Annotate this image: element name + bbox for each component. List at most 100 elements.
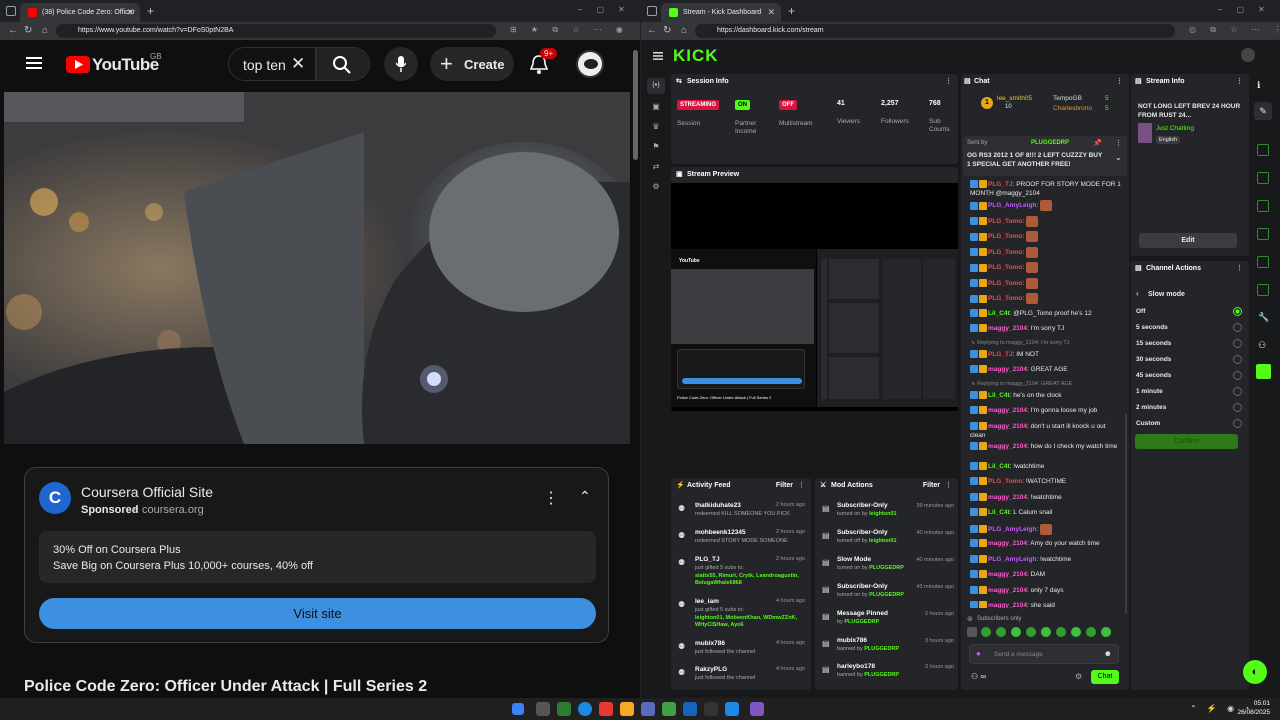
clear-search-icon[interactable]: ✕ [291, 54, 305, 74]
advertiser-name[interactable]: Coursera Official Site [81, 484, 213, 500]
radio-button-icon[interactable] [1233, 339, 1242, 348]
chat-message[interactable]: PLG_Tomo: [970, 215, 1122, 227]
stream-preview-video[interactable]: YouTube Police Code Zero: Officer Under … [671, 183, 958, 411]
flash-icon[interactable] [1257, 172, 1269, 184]
slow-mode-option[interactable]: Off [1131, 306, 1249, 320]
more-options-icon[interactable]: ⋮ [1116, 77, 1123, 85]
offer-box[interactable]: 30% Off on Coursera Plus Save Big on Cou… [39, 531, 596, 583]
chat-message[interactable]: maggy_2104: she said [970, 601, 1122, 608]
emote-icon[interactable] [996, 627, 1006, 637]
category-thumbnail[interactable] [1138, 123, 1152, 143]
mod-action-by[interactable]: leighton01 [869, 538, 897, 544]
pinned-message[interactable]: Sent by PLUGGEDRP 📌 ⋮ OG RS3 2012 1 OF 8… [963, 136, 1127, 176]
tab-kick[interactable]: Stream - Kick Dashboard ✕ [661, 3, 781, 22]
emote-icon[interactable] [1011, 627, 1021, 637]
more-options-icon[interactable]: ⋮ [945, 481, 952, 489]
emote-icon[interactable] [1086, 627, 1096, 637]
chat-username[interactable]: PLG_Tomo [988, 264, 1022, 271]
chat-username[interactable]: maggy_2104 [988, 587, 1027, 594]
broadcast-icon[interactable] [1257, 256, 1269, 268]
radio-button-icon[interactable] [1233, 355, 1242, 364]
activity-user[interactable]: mohbeenk12345 [695, 529, 746, 536]
activity-user[interactable]: lee_iam [695, 598, 719, 605]
app-icon[interactable] [662, 702, 676, 716]
users-icon[interactable]: ⚇ [1258, 340, 1266, 351]
emoji-icon[interactable]: ☻ [1104, 649, 1112, 658]
microphone-icon[interactable]: ● [976, 649, 981, 658]
back-icon[interactable]: ← [647, 25, 657, 36]
info-icon[interactable]: ℹ [1257, 80, 1260, 91]
more-options-icon[interactable]: ⋮ [798, 481, 805, 489]
tab-actions-icon[interactable] [6, 6, 16, 16]
chat-username[interactable]: PLG_Tomo [988, 295, 1022, 302]
activity-filter-button[interactable]: Filter [776, 482, 793, 489]
emote-icon[interactable] [967, 627, 977, 637]
chat-username[interactable]: PLG_Tomo [988, 280, 1022, 287]
chat-message[interactable]: maggy_2104: I'm sorry TJ [970, 324, 1122, 333]
emote-icon[interactable] [1026, 627, 1036, 637]
chat-username[interactable]: maggy_2104 [988, 407, 1027, 414]
back-icon[interactable]: ← [8, 25, 18, 36]
chat-username[interactable]: maggy_2104 [988, 423, 1027, 430]
trophy-nav-icon[interactable]: ♛ [647, 122, 665, 131]
chat-message[interactable]: PLG_TJ: IM NOT [970, 349, 1122, 359]
advertiser-domain[interactable]: coursera.org [142, 504, 204, 516]
chat-message[interactable]: Lil_C4t: !watchtime [970, 461, 1122, 471]
radio-button-icon[interactable] [1233, 307, 1242, 316]
scroll-thumb[interactable] [633, 50, 638, 160]
chat-message[interactable]: maggy_2104: GREAT AGE [970, 365, 1122, 374]
active-tool-icon[interactable] [1256, 364, 1271, 379]
activity-user[interactable]: RakzyPLG [695, 666, 727, 673]
app-icon[interactable] [704, 702, 718, 716]
slow-mode-option[interactable]: 1 minute [1131, 386, 1249, 400]
new-tab-icon[interactable]: + [788, 4, 795, 18]
edit-stream-info-button[interactable]: Edit [1139, 233, 1237, 248]
chat-message[interactable]: maggy_2104: !watchtime [970, 492, 1122, 502]
mod-action-by[interactable]: PLUGGEDRP [864, 672, 899, 678]
account-avatar[interactable] [576, 50, 604, 78]
more-options-icon[interactable]: ⋮ [1115, 139, 1122, 147]
reload-icon[interactable]: ↻ [663, 25, 671, 36]
slow-mode-option[interactable]: 2 minutes [1131, 402, 1249, 416]
chat-username[interactable]: maggy_2104 [988, 571, 1027, 578]
url-field[interactable]: https://www.youtube.com/watch?v=DFoS0ptN… [56, 24, 496, 38]
emote-icon[interactable] [1071, 627, 1081, 637]
home-icon[interactable]: ⌂ [42, 25, 48, 36]
chat-username[interactable]: Lil_C4t [988, 392, 1010, 399]
mod-action-by[interactable]: PLUGGEDRP [869, 565, 904, 571]
gifter-name[interactable]: TempoGB [1053, 95, 1082, 102]
mod-action-by[interactable]: PLUGGEDRP [844, 619, 879, 625]
chat-bubble-icon[interactable] [1257, 228, 1269, 240]
chat-username[interactable]: maggy_2104 [988, 325, 1027, 332]
dashboard-nav-icon[interactable]: ▣ [647, 102, 665, 111]
mod-action-by[interactable]: PLUGGEDRP [864, 646, 899, 652]
document-icon[interactable] [1257, 200, 1269, 212]
chat-username[interactable]: PLG_AmyLeigh [988, 202, 1036, 209]
voice-search-button[interactable] [384, 47, 418, 81]
slow-mode-option[interactable]: 15 seconds [1131, 338, 1249, 352]
list-icon[interactable] [1257, 284, 1269, 296]
chat-message[interactable]: PLG_AmyLeigh: !watchtime [970, 554, 1122, 564]
more-options-icon[interactable]: ⋮ [543, 488, 559, 508]
visit-site-button[interactable]: Visit site [39, 598, 596, 629]
menu-icon[interactable] [653, 52, 663, 60]
expand-chevron-icon[interactable]: ⌄ [1115, 153, 1122, 162]
chat-message[interactable]: maggy_2104: only 7 days [970, 585, 1122, 595]
slow-mode-option[interactable]: Custom [1131, 418, 1249, 432]
emote-icon[interactable] [1041, 627, 1051, 637]
mod-filter-button[interactable]: Filter [923, 482, 940, 489]
settings-nav-icon[interactable]: ⚙ [647, 182, 665, 191]
chat-message[interactable]: PLG_Tomo: [970, 231, 1122, 242]
chat-username[interactable]: PLG_Tomo [988, 478, 1022, 485]
chat-message[interactable]: maggy_2104: I'm gonna loose my job [970, 406, 1122, 415]
search-taskbar-icon[interactable] [536, 702, 550, 716]
edit-icon[interactable]: ✎ [1254, 102, 1272, 120]
discord-icon[interactable] [750, 702, 764, 716]
chat-message[interactable]: Lil_C4t: @PLG_Tomo proof he's 12 [970, 308, 1122, 318]
kick-logo[interactable]: KICK [673, 46, 719, 66]
youtube-logo-icon[interactable] [66, 56, 90, 73]
chat-message[interactable]: maggy_2104: how do I check my watch time [970, 441, 1122, 451]
activity-user[interactable]: mubix786 [695, 640, 725, 647]
clock-date[interactable]: 26/08/2025 [1230, 709, 1270, 716]
chat-username[interactable]: PLG_Tomo [988, 218, 1022, 225]
